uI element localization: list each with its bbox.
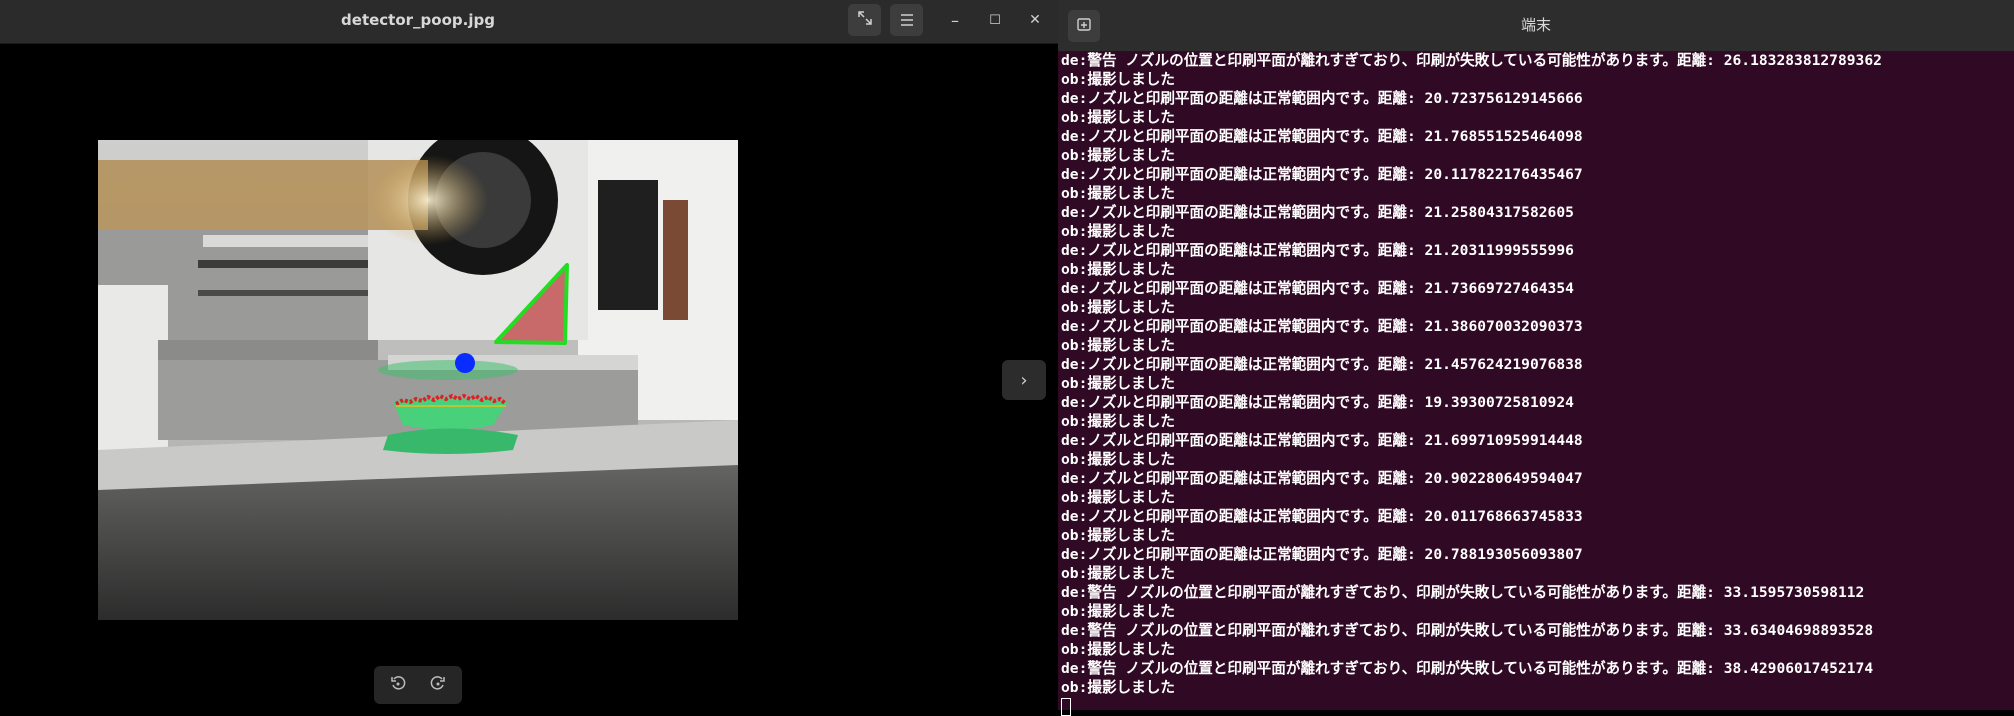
terminal-cursor-line: [1061, 697, 2011, 716]
terminal-line: de:ノズルと印刷平面の距離は正常範囲内です。距離: 21.7366972746…: [1061, 280, 1574, 297]
terminal-line: ob:撮影しました: [1061, 565, 1175, 582]
terminal-line: de:警告 ノズルの位置と印刷平面が離れすぎており、印刷が失敗している可能性があ…: [1061, 52, 1882, 69]
terminal-line: de:ノズルと印刷平面の距離は正常範囲内です。距離: 20.1178221764…: [1061, 166, 1583, 183]
terminal-cursor: [1061, 698, 1071, 716]
terminal-line: ob:撮影しました: [1061, 679, 1175, 696]
close-icon: ✕: [1029, 12, 1041, 28]
hamburger-menu-icon: [900, 11, 914, 30]
terminal-line: ob:撮影しました: [1061, 527, 1175, 544]
fullscreen-button[interactable]: [848, 4, 881, 36]
rotate-left-button[interactable]: [380, 670, 416, 700]
terminal-line: de:ノズルと印刷平面の距離は正常範囲内です。距離: 20.9022806495…: [1061, 470, 1583, 487]
new-tab-button[interactable]: [1068, 10, 1100, 42]
next-image-button[interactable]: ›: [1002, 360, 1046, 400]
rotate-right-button[interactable]: [420, 670, 456, 700]
terminal-line: ob:撮影しました: [1061, 147, 1175, 164]
terminal-line: de:ノズルと印刷平面の距離は正常範囲内です。距離: 20.7881930560…: [1061, 546, 1583, 563]
terminal-line: ob:撮影しました: [1061, 603, 1175, 620]
terminal-line: ob:撮影しました: [1061, 489, 1175, 506]
terminal-title: 端末: [1520, 16, 1551, 34]
terminal-window: 端末 de:警告 ノズルの位置と印刷平面が離れすぎており、印刷が失敗している可能…: [1058, 0, 2014, 716]
terminal-line: ob:撮影しました: [1061, 223, 1175, 240]
close-button[interactable]: ✕: [1021, 6, 1049, 34]
new-tab-icon: [1076, 16, 1092, 36]
terminal-line: de:ノズルと印刷平面の距離は正常範囲内です。距離: 21.2580431758…: [1061, 204, 1574, 221]
minimize-icon: –: [951, 10, 959, 30]
viewer-header-bar: detector_poop.jpg – ☐ ✕: [0, 0, 1058, 44]
detection-photo: [98, 140, 738, 620]
maximize-button[interactable]: ☐: [981, 6, 1009, 34]
terminal-line: ob:撮影しました: [1061, 71, 1175, 88]
fullscreen-icon: [857, 10, 873, 30]
terminal-line: de:警告 ノズルの位置と印刷平面が離れすぎており、印刷が失敗している可能性があ…: [1061, 584, 1865, 601]
terminal-header-bar: 端末: [1058, 0, 2014, 52]
terminal-line: de:警告 ノズルの位置と印刷平面が離れすぎており、印刷が失敗している可能性があ…: [1061, 660, 1874, 677]
terminal-line: de:ノズルと印刷平面の距離は正常範囲内です。距離: 19.3930072581…: [1061, 394, 1574, 411]
terminal-line: ob:撮影しました: [1061, 413, 1175, 430]
terminal-line: ob:撮影しました: [1061, 337, 1175, 354]
terminal-line: de:ノズルと印刷平面の距離は正常範囲内です。距離: 21.7685515254…: [1061, 128, 1583, 145]
terminal-line: de:警告 ノズルの位置と印刷平面が離れすぎており、印刷が失敗している可能性があ…: [1061, 622, 1874, 639]
chevron-right-icon: ›: [1020, 369, 1028, 391]
terminal-line: ob:撮影しました: [1061, 109, 1175, 126]
terminal-line: de:ノズルと印刷平面の距離は正常範囲内です。距離: 21.2031199955…: [1061, 242, 1574, 259]
terminal-line: ob:撮影しました: [1061, 299, 1175, 316]
terminal-line: ob:撮影しました: [1061, 261, 1175, 278]
terminal-line: ob:撮影しました: [1061, 375, 1175, 392]
terminal-line: ob:撮影しました: [1061, 451, 1175, 468]
minimize-button[interactable]: –: [941, 6, 969, 34]
viewer-title: detector_poop.jpg: [341, 11, 495, 29]
rotate-right-icon: [430, 675, 446, 695]
menu-button[interactable]: [890, 4, 923, 36]
image-viewer-window: detector_poop.jpg – ☐ ✕ ›: [0, 0, 1058, 710]
terminal-line: de:ノズルと印刷平面の距離は正常範囲内です。距離: 21.4576242190…: [1061, 356, 1583, 373]
terminal-line: de:ノズルと印刷平面の距離は正常範囲内です。距離: 20.0117686637…: [1061, 508, 1583, 525]
terminal-line: ob:撮影しました: [1061, 185, 1175, 202]
terminal-line: ob:撮影しました: [1061, 641, 1175, 658]
terminal-output[interactable]: de:警告 ノズルの位置と印刷平面が離れすぎており、印刷が失敗している可能性があ…: [1061, 51, 2011, 716]
rotate-left-icon: [390, 675, 406, 695]
terminal-line: de:ノズルと印刷平面の距離は正常範囲内です。距離: 20.7237561291…: [1061, 90, 1583, 107]
terminal-line: de:ノズルと印刷平面の距離は正常範囲内です。距離: 21.6997109599…: [1061, 432, 1583, 449]
maximize-icon: ☐: [989, 12, 1001, 28]
terminal-line: de:ノズルと印刷平面の距離は正常範囲内です。距離: 21.3860700320…: [1061, 318, 1583, 335]
rotate-toolbar: [374, 666, 462, 704]
